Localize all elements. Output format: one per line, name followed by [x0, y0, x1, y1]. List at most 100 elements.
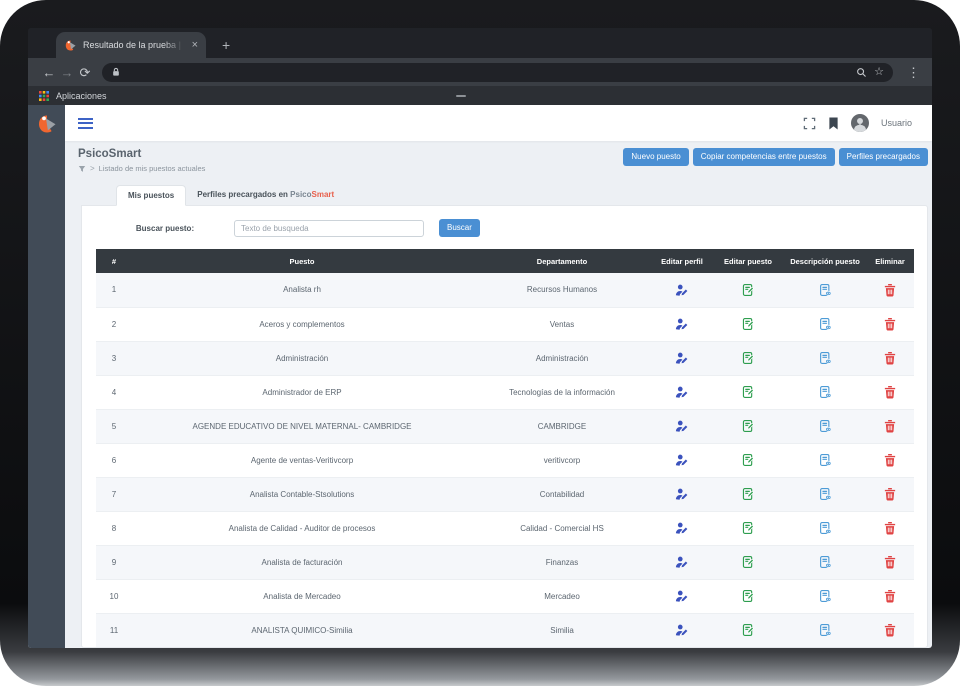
- search-button[interactable]: Buscar: [439, 219, 480, 237]
- tab-close-icon[interactable]: ×: [192, 39, 198, 51]
- table-row: 8 Analista de Calidad - Auditor de proce…: [96, 511, 914, 546]
- edit-position-button[interactable]: [741, 317, 755, 331]
- row-puesto: Analista de Calidad - Auditor de proceso…: [132, 511, 472, 546]
- copy-competencies-button[interactable]: Copiar competencias entre puestos: [692, 148, 835, 166]
- row-puesto: ANALISTA QUIMICO-Similia: [132, 613, 472, 647]
- bookmark-apps-link[interactable]: Aplicaciones: [56, 91, 107, 101]
- row-number: 8: [96, 511, 132, 546]
- delete-button[interactable]: [884, 589, 896, 603]
- edit-profile-button[interactable]: [675, 385, 689, 399]
- edit-profile-button[interactable]: [675, 555, 689, 569]
- bookmark-ribbon-icon[interactable]: [828, 117, 839, 130]
- delete-button[interactable]: [884, 623, 896, 637]
- edit-position-button[interactable]: [741, 283, 755, 297]
- position-description-button[interactable]: [818, 521, 832, 535]
- table-row: 7 Analista Contable-Stsolutions Contabil…: [96, 477, 914, 512]
- edit-position-button[interactable]: [741, 521, 755, 535]
- edit-position-button[interactable]: [741, 487, 755, 501]
- table-row: 6 Agente de ventas-Veritivcorp veritivco…: [96, 443, 914, 478]
- row-number: 4: [96, 375, 132, 410]
- back-icon[interactable]: ←: [40, 66, 58, 79]
- row-puesto: Agente de ventas-Veritivcorp: [132, 443, 472, 478]
- edit-position-button[interactable]: [741, 385, 755, 399]
- edit-position-button[interactable]: [741, 351, 755, 365]
- new-tab-button[interactable]: +: [222, 38, 230, 52]
- tab-mis-puestos[interactable]: Mis puestos: [116, 185, 187, 206]
- user-avatar[interactable]: [850, 114, 869, 132]
- position-description-button[interactable]: [818, 453, 832, 467]
- edit-position-button[interactable]: [741, 589, 755, 603]
- web-page: Usuario PsicoSmart > Listado de mis pues…: [28, 105, 932, 648]
- separator-dash: [456, 95, 466, 97]
- delete-button[interactable]: [884, 419, 896, 433]
- apps-grid-icon[interactable]: [39, 90, 49, 101]
- position-description-button[interactable]: [818, 283, 832, 297]
- row-puesto: Analista rh: [132, 273, 472, 308]
- row-departamento: Mercadeo: [472, 579, 652, 614]
- browser-tab[interactable]: Resultado de la prueba | Smart ×: [56, 32, 206, 58]
- table-body: 1 Analista rh Recursos Humanos 2 Aceros …: [96, 273, 914, 647]
- row-number: 1: [96, 273, 132, 308]
- edit-position-button[interactable]: [741, 453, 755, 467]
- edit-profile-button[interactable]: [675, 487, 689, 501]
- browser-menu-icon[interactable]: ⋮: [907, 66, 920, 79]
- column-header-descripcion: Descripción puesto: [784, 249, 866, 273]
- row-number: 10: [96, 579, 132, 614]
- breadcrumb-label[interactable]: Listado de mis puestos actuales: [99, 164, 206, 173]
- position-description-button[interactable]: [818, 317, 832, 331]
- browser-toolbar: ← → ⟳ ☆ ⋮: [28, 58, 932, 86]
- row-departamento: Administración: [472, 341, 652, 376]
- delete-button[interactable]: [884, 453, 896, 467]
- delete-button[interactable]: [884, 555, 896, 569]
- psicosmart-logo-icon[interactable]: [36, 113, 58, 135]
- edit-position-button[interactable]: [741, 623, 755, 637]
- edit-position-button[interactable]: [741, 419, 755, 433]
- edit-profile-button[interactable]: [675, 589, 689, 603]
- breadcrumb-separator: >: [90, 164, 95, 173]
- bookmark-star-icon[interactable]: ☆: [874, 66, 884, 78]
- tab-perfiles-precargados[interactable]: Perfiles precargados en PsicoSmart: [186, 185, 345, 206]
- search-row: Buscar puesto: Buscar: [96, 219, 910, 237]
- preloaded-profiles-button[interactable]: Perfiles precargados: [838, 148, 928, 166]
- position-description-button[interactable]: [818, 419, 832, 433]
- delete-button[interactable]: [884, 317, 896, 331]
- search-icon[interactable]: [856, 67, 867, 78]
- edit-profile-button[interactable]: [675, 283, 689, 297]
- tab-title: Resultado de la prueba | Smart: [83, 40, 186, 50]
- edit-profile-button[interactable]: [675, 317, 689, 331]
- hamburger-menu-icon[interactable]: [78, 117, 93, 129]
- forward-icon[interactable]: →: [58, 66, 76, 79]
- lock-icon[interactable]: [111, 67, 121, 77]
- reload-icon[interactable]: ⟳: [76, 66, 94, 79]
- edit-profile-button[interactable]: [675, 521, 689, 535]
- edit-profile-button[interactable]: [675, 351, 689, 365]
- table-row: 9 Analista de facturación Finanzas: [96, 545, 914, 580]
- search-input[interactable]: [234, 219, 424, 237]
- position-description-button[interactable]: [818, 623, 832, 637]
- delete-button[interactable]: [884, 521, 896, 535]
- edit-profile-button[interactable]: [675, 419, 689, 433]
- delete-button[interactable]: [884, 351, 896, 365]
- column-header-eliminar: Eliminar: [866, 249, 914, 273]
- bookmarks-bar: Aplicaciones: [28, 86, 932, 105]
- position-description-button[interactable]: [818, 385, 832, 399]
- edit-profile-button[interactable]: [675, 453, 689, 467]
- edit-profile-button[interactable]: [675, 623, 689, 637]
- edit-position-button[interactable]: [741, 555, 755, 569]
- delete-button[interactable]: [884, 487, 896, 501]
- position-description-button[interactable]: [818, 555, 832, 569]
- page-header: PsicoSmart > Listado de mis puestos actu…: [65, 141, 932, 173]
- user-name-label: Usuario: [880, 118, 912, 128]
- row-number: 7: [96, 477, 132, 512]
- position-description-button[interactable]: [818, 589, 832, 603]
- header-actions: Nuevo puesto Copiar competencias entre p…: [623, 148, 928, 166]
- row-puesto: Administración: [132, 341, 472, 376]
- address-bar[interactable]: ☆: [102, 62, 893, 82]
- delete-button[interactable]: [884, 385, 896, 399]
- delete-button[interactable]: [884, 283, 896, 297]
- position-description-button[interactable]: [818, 487, 832, 501]
- fullscreen-icon[interactable]: [803, 117, 816, 130]
- table-header-row: # Puesto Departamento Editar perfil Edit…: [96, 249, 914, 273]
- position-description-button[interactable]: [818, 351, 832, 365]
- new-position-button[interactable]: Nuevo puesto: [623, 148, 689, 166]
